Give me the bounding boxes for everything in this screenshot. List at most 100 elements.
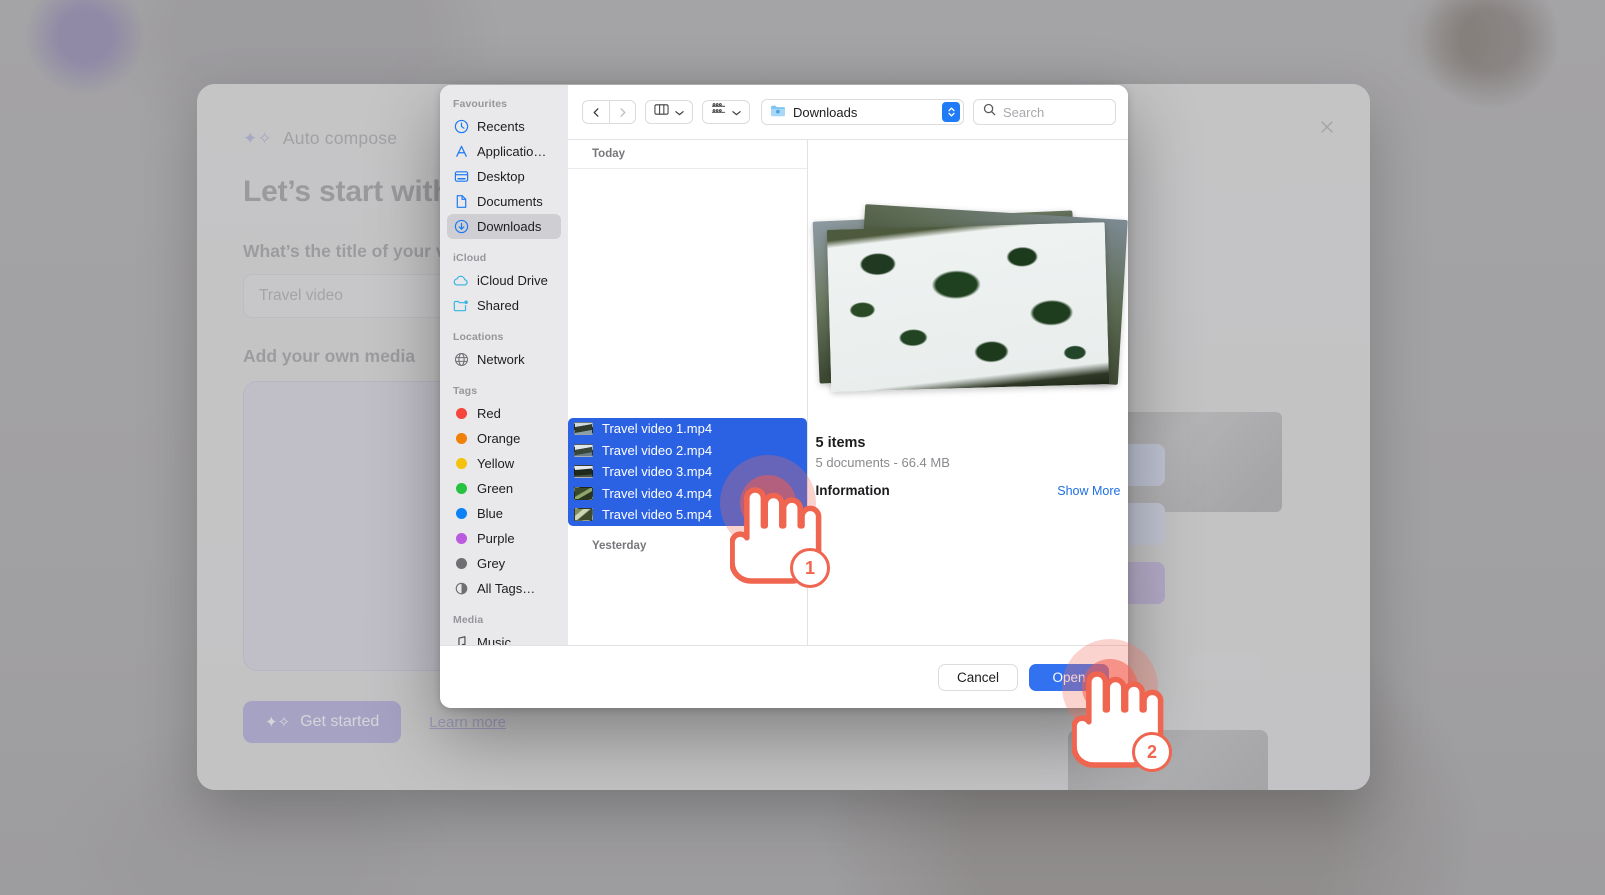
file-name: Travel video 5.mp4 — [602, 507, 712, 522]
sidebar-item-label: Green — [477, 481, 513, 496]
sidebar-item-downloads[interactable]: Downloads — [447, 214, 561, 239]
cloud-icon — [453, 273, 469, 289]
item-detail: 5 documents - 66.4 MB — [816, 455, 1121, 470]
sidebar-group-spacer — [440, 601, 568, 614]
sidebar-item-label: Shared — [477, 298, 519, 313]
desktop-icon — [453, 169, 469, 185]
sidebar-item-grey[interactable]: Grey — [447, 551, 561, 576]
sidebar-item-red[interactable]: Red — [447, 401, 561, 426]
group-by-icon — [711, 103, 726, 121]
sidebar-item-desktop[interactable]: Desktop — [447, 164, 561, 189]
sidebar-item-label: Yellow — [477, 456, 514, 471]
auto-compose-label: Auto compose — [283, 128, 397, 149]
get-started-label: Get started — [300, 713, 379, 731]
file-name: Travel video 2.mp4 — [602, 443, 712, 458]
tag-dot-icon — [453, 506, 469, 522]
sidebar-item-icloud-drive[interactable]: iCloud Drive — [447, 268, 561, 293]
video-title-value: Travel video — [259, 287, 343, 305]
file-row[interactable]: Travel video 1.mp4 — [568, 418, 807, 440]
preview-info-block: 5 items 5 documents - 66.4 MB Informatio… — [816, 435, 1121, 498]
search-field[interactable] — [973, 99, 1116, 125]
sparkle-icon: ✦✧ — [265, 713, 290, 731]
video-thumbnail-icon — [574, 422, 593, 435]
sidebar-item-label: Network — [477, 352, 525, 367]
file-rows[interactable]: Travel video 1.mp4 Travel video 2.mp4 Trav… — [568, 418, 807, 526]
sidebar-item-label: iCloud Drive — [477, 273, 548, 288]
sidebar-item-label: Desktop — [477, 169, 525, 184]
tag-dot-icon — [453, 531, 469, 547]
sidebar-group-spacer — [440, 239, 568, 252]
file-row[interactable]: Travel video 2.mp4 — [568, 440, 807, 462]
file-list-column[interactable]: Today Travel video 1.mp4 Travel video 2.m… — [568, 140, 808, 645]
all-tags-icon — [453, 581, 469, 597]
sidebar-item-label: Music — [477, 635, 511, 645]
sparkle-icon: ✦✧ — [243, 130, 272, 147]
sidebar-group-title: Media — [440, 614, 568, 630]
file-dialog-main: Downloads Today Travel video 1.mp4Tr — [568, 85, 1128, 645]
sidebar-group-title: Favourites — [440, 98, 568, 114]
group-by-button[interactable] — [702, 100, 750, 124]
path-popup-button[interactable]: Downloads — [761, 99, 964, 125]
sidebar-item-purple[interactable]: Purple — [447, 526, 561, 551]
sidebar-item-documents[interactable]: Documents — [447, 189, 561, 214]
information-label: Information — [816, 483, 890, 498]
close-icon[interactable] — [1317, 117, 1337, 137]
file-dialog-sidebar[interactable]: Favourites Recents Applicatio… Desktop Docum… — [440, 85, 568, 645]
open-button[interactable]: Open — [1029, 664, 1109, 691]
sidebar-group-spacer — [440, 372, 568, 385]
sidebar-item-music[interactable]: Music — [447, 630, 561, 645]
information-row: Information Show More — [816, 483, 1121, 498]
learn-more-link[interactable]: Learn more — [429, 714, 506, 731]
path-label: Downloads — [793, 105, 857, 120]
file-name: Travel video 4.mp4 — [602, 486, 712, 501]
sidebar-item-yellow[interactable]: Yellow — [447, 451, 561, 476]
preview-column: 5 items 5 documents - 66.4 MB Informatio… — [808, 140, 1128, 645]
sidebar-item-applicatio[interactable]: Applicatio… — [447, 139, 561, 164]
search-input[interactable] — [1003, 105, 1106, 120]
sidebar-group-title: Locations — [440, 331, 568, 347]
file-dialog-toolbar: Downloads — [568, 85, 1128, 139]
sidebar-item-all-tags[interactable]: All Tags… — [447, 576, 561, 601]
show-more-link[interactable]: Show More — [1057, 484, 1120, 498]
back-button[interactable] — [582, 100, 609, 124]
tag-dot-icon — [453, 481, 469, 497]
updown-stepper-icon[interactable] — [942, 102, 960, 122]
sidebar-group-spacer — [440, 318, 568, 331]
globe-icon — [453, 352, 469, 368]
file-dialog-footer: Cancel Open — [440, 645, 1128, 708]
file-row[interactable]: Travel video 5.mp4 — [568, 504, 807, 526]
sidebar-item-label: Orange — [477, 431, 520, 446]
sidebar-group-title: iCloud — [440, 252, 568, 268]
sidebar-item-recents[interactable]: Recents — [447, 114, 561, 139]
sidebar-item-label: Red — [477, 406, 501, 421]
column-view-icon — [654, 103, 669, 121]
view-mode-button[interactable] — [645, 100, 693, 124]
preview-photo-front — [826, 222, 1108, 392]
get-started-button[interactable]: ✦✧ Get started — [243, 701, 401, 743]
sidebar-item-blue[interactable]: Blue — [447, 501, 561, 526]
sidebar-item-green[interactable]: Green — [447, 476, 561, 501]
file-row[interactable]: Travel video 4.mp4 — [568, 483, 807, 505]
sidebar-group-title: Tags — [440, 385, 568, 401]
video-thumbnail-icon — [574, 487, 593, 500]
sidebar-item-orange[interactable]: Orange — [447, 426, 561, 451]
sidebar-item-label: Recents — [477, 119, 525, 134]
search-icon — [983, 103, 996, 121]
sidebar-item-label: Blue — [477, 506, 503, 521]
sidebar-item-label: All Tags… — [477, 581, 535, 596]
sidebar-item-shared[interactable]: Shared — [447, 293, 561, 318]
video-thumbnail-icon — [574, 508, 593, 521]
file-name: Travel video 3.mp4 — [602, 464, 712, 479]
right-panel-large-thumbnail — [1068, 730, 1268, 790]
tag-dot-icon — [453, 456, 469, 472]
open-file-dialog: Favourites Recents Applicatio… Desktop Docum… — [440, 85, 1128, 708]
file-row[interactable]: Travel video 3.mp4 — [568, 461, 807, 483]
forward-button[interactable] — [609, 100, 636, 124]
sidebar-item-label: Grey — [477, 556, 505, 571]
clock-icon — [453, 119, 469, 135]
document-icon — [453, 194, 469, 210]
sidebar-item-network[interactable]: Network — [447, 347, 561, 372]
file-name: Travel video 1.mp4 — [602, 421, 712, 436]
cancel-button[interactable]: Cancel — [938, 664, 1018, 691]
group-header-today: Today — [568, 140, 807, 169]
